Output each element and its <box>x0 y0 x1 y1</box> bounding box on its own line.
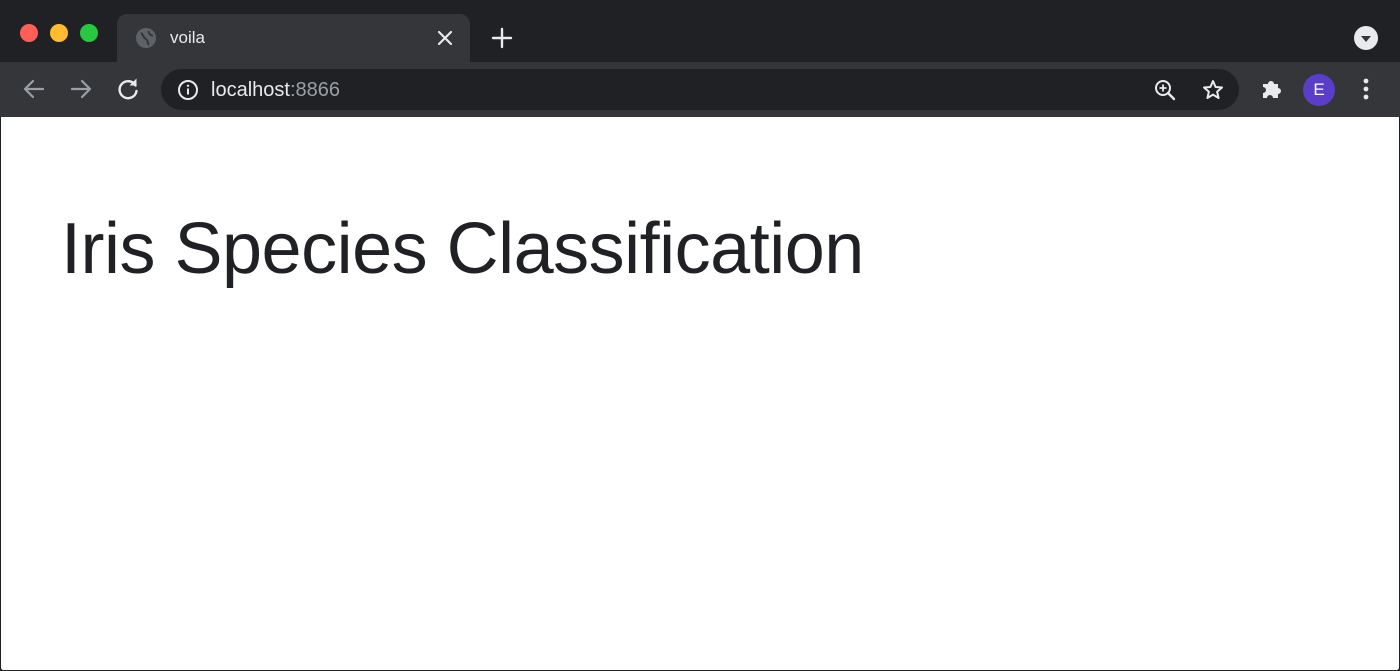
reload-icon[interactable] <box>115 76 141 102</box>
window-maximize-button[interactable] <box>80 24 98 42</box>
info-icon[interactable] <box>177 79 199 101</box>
avatar-initial: E <box>1313 80 1325 99</box>
close-icon[interactable] <box>435 28 455 48</box>
puzzle-icon[interactable] <box>1259 76 1285 102</box>
star-icon[interactable] <box>1201 78 1225 102</box>
browser-window: voila localhost:8866 E Iris Species Clas… <box>0 0 1400 671</box>
toolbar: localhost:8866 E <box>0 62 1400 117</box>
chevron-down-icon <box>1361 36 1371 42</box>
window-close-button[interactable] <box>20 24 38 42</box>
window-minimize-button[interactable] <box>50 24 68 42</box>
page-title: Iris Species Classification <box>61 209 864 289</box>
page-viewport: Iris Species Classification <box>1 117 1399 670</box>
kebab-menu-icon[interactable] <box>1353 76 1379 102</box>
tab-search-button[interactable] <box>1354 26 1378 50</box>
globe-icon <box>136 28 156 48</box>
avatar[interactable]: E <box>1303 74 1335 106</box>
arrow-right-icon[interactable] <box>68 76 94 102</box>
url-port: :8866 <box>289 79 340 101</box>
tab-title: voila <box>170 28 205 47</box>
arrow-left-icon[interactable] <box>21 76 47 102</box>
address-bar[interactable]: localhost:8866 <box>161 69 1239 110</box>
zoom-in-icon[interactable] <box>1153 78 1177 102</box>
tab-voila[interactable]: voila <box>117 14 470 62</box>
url-host: localhost <box>211 79 290 101</box>
plus-icon[interactable] <box>490 26 514 50</box>
address-text[interactable]: localhost:8866 <box>211 78 340 102</box>
tab-strip: voila <box>0 0 1400 62</box>
